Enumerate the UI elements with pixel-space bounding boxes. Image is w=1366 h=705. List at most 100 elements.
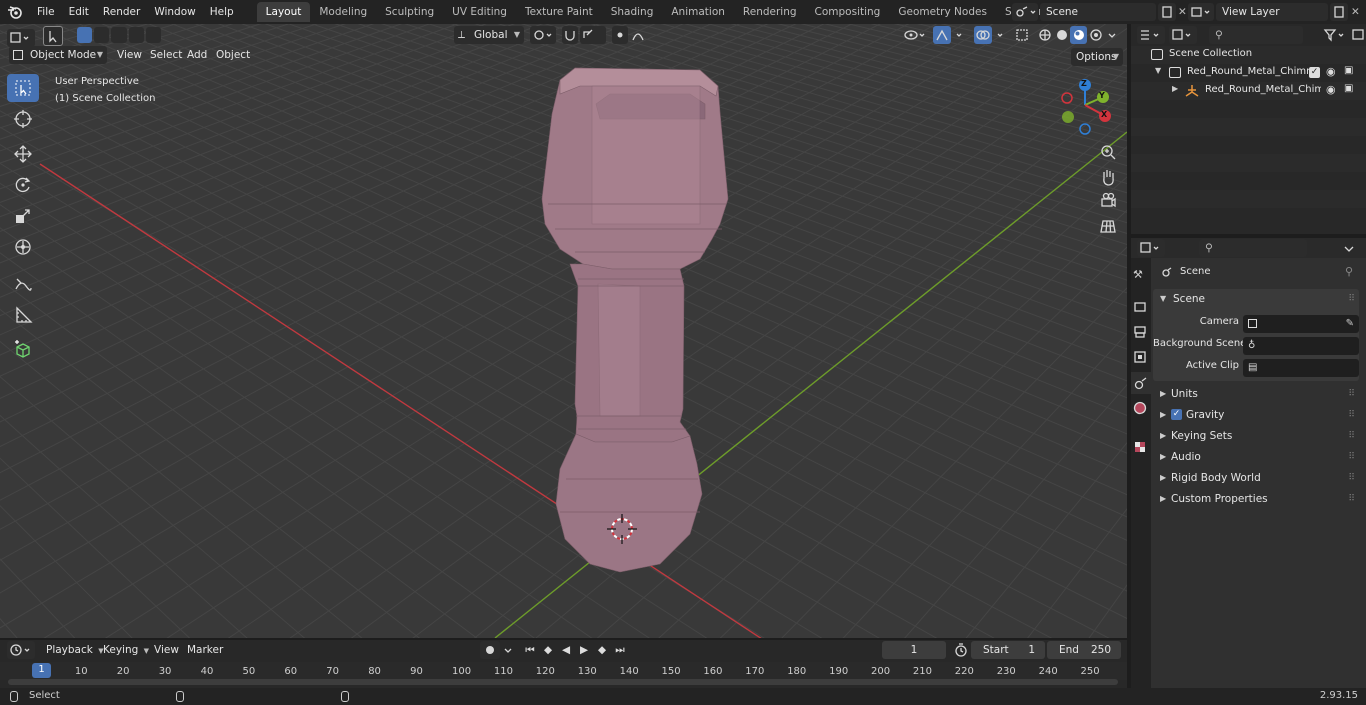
properties-editor-icon[interactable] [1137,239,1165,257]
drag-handle-icon[interactable]: ⠿ [1348,426,1355,446]
navigation-gizmo[interactable]: Z Y X [1055,75,1117,137]
annotate-tool[interactable] [7,270,39,298]
gravity-panel-header[interactable]: ▶ ✓ Gravity ⠿ [1153,405,1359,425]
tab-geometry-nodes[interactable]: Geometry Nodes [889,2,996,22]
camera-render-icon[interactable]: ▣ [1344,83,1353,94]
start-frame-field[interactable]: Start 1 [971,641,1045,659]
object-mode-dropdown[interactable]: Object Mode ▼ [9,46,107,64]
outliner-row-object[interactable]: ▶ Red_Round_Metal_Chimi ◉ ▣ [1131,82,1366,100]
view-layer-icon[interactable] [1188,3,1214,21]
tab-shading[interactable]: Shading [602,2,663,22]
select-mode-icons[interactable] [77,27,162,45]
shading-options-icon[interactable] [1106,26,1120,44]
select-invert-icon[interactable] [128,27,144,43]
next-keyframe-icon[interactable]: ◆ [593,641,611,659]
custom-properties-panel-header[interactable]: ▶ Custom Properties ⠿ [1153,489,1359,509]
xray-toggle-icon[interactable] [1014,26,1030,44]
outliner-search-input[interactable]: ⚲ [1209,26,1303,44]
select-box-tool[interactable] [7,74,39,102]
expand-arrow-icon[interactable]: ▼ [1155,66,1161,75]
scene-name-field[interactable]: Scene [1040,3,1156,21]
world-tab-icon[interactable] [1133,401,1147,415]
current-frame-field[interactable]: 1 [882,641,946,659]
drag-handle-icon[interactable]: ⠿ [1348,489,1355,509]
auto-keying-options-icon[interactable] [502,641,516,659]
menu-edit[interactable]: Edit [62,2,96,22]
jump-start-icon[interactable]: ⏮ [521,641,539,659]
active-clip-field[interactable]: ▤ [1243,359,1359,377]
rendered-shading-icon[interactable] [1087,26,1104,44]
expand-arrow-icon[interactable]: ▶ [1172,84,1178,93]
select-new-icon[interactable] [77,27,93,43]
tab-sculpting[interactable]: Sculpting [376,2,443,22]
pan-hand-icon[interactable] [1098,167,1118,187]
select-extend-icon[interactable] [94,27,110,43]
viewport-menu-object[interactable]: Object [210,46,256,64]
drag-handle-icon[interactable]: ⠿ [1348,405,1355,425]
outliner-row-collection[interactable]: ▼ Red_Round_Metal_Chimney_ ✓ ◉ ▣ [1131,64,1366,82]
camera-render-icon[interactable]: ▣ [1344,65,1353,76]
timeline-scrollbar[interactable] [8,679,1118,685]
timeline-menu-marker[interactable]: Marker [181,641,229,659]
camera-field[interactable]: ✎ [1243,315,1359,333]
scale-tool[interactable] [7,202,39,230]
select-tool-icon[interactable] [43,26,63,46]
eyedropper-icon[interactable]: ✎ [1346,315,1354,333]
output-tab-icon[interactable] [1133,325,1147,339]
menu-file[interactable]: File [30,2,62,22]
pin-icon[interactable]: ⚲ [1345,265,1353,278]
tool-tab-icon[interactable]: ⚒ [1133,268,1143,281]
snap-target-icon[interactable] [580,26,606,44]
drag-handle-icon[interactable]: ⠿ [1348,384,1355,404]
visibility-icon[interactable] [902,26,928,44]
falloff-icon[interactable] [630,26,656,44]
tab-layout[interactable]: Layout [256,2,311,22]
overlays-toggle-icon[interactable] [974,26,1008,44]
editor-type-icon[interactable] [7,29,35,47]
menu-help[interactable]: Help [203,2,241,22]
add-cube-tool[interactable] [7,336,39,364]
measure-tool[interactable] [7,301,39,329]
new-scene-icon[interactable] [1158,3,1176,21]
drag-handle-icon[interactable]: ⠿ [1348,468,1355,488]
keying-sets-panel-header[interactable]: ▶ Keying Sets ⠿ [1153,426,1359,446]
tab-compositing[interactable]: Compositing [806,2,890,22]
texture-tab-icon[interactable] [1133,440,1147,454]
tab-animation[interactable]: Animation [662,2,734,22]
snap-icon[interactable] [562,26,578,44]
scene-selector[interactable]: Scene ✕ [1012,3,1187,21]
eye-icon[interactable]: ◉ [1326,65,1336,78]
view-layer-tab-icon[interactable] [1133,350,1147,364]
gizmo-toggle-icon[interactable] [933,26,967,44]
menu-window[interactable]: Window [147,2,202,22]
3d-viewport[interactable] [0,24,1127,638]
properties-search-input[interactable]: ⚲ [1199,239,1307,257]
outliner-row-scene-collection[interactable]: Scene Collection [1131,46,1366,64]
wireframe-shading-icon[interactable] [1036,26,1053,44]
tab-uv-editing[interactable]: UV Editing [443,2,516,22]
rotate-tool[interactable] [7,171,39,199]
viewport-menu-add[interactable]: Add [181,46,213,64]
select-subtract-icon[interactable] [111,27,127,43]
select-intersect-icon[interactable] [145,27,162,43]
drag-handle-icon[interactable]: ⠿ [1348,447,1355,467]
zoom-icon[interactable] [1098,142,1118,162]
filter-icon[interactable] [1321,26,1349,44]
material-shading-icon[interactable] [1070,26,1087,44]
new-view-layer-icon[interactable] [1330,3,1348,21]
delete-view-layer-icon[interactable]: ✕ [1351,3,1363,21]
end-frame-field[interactable]: End 250 [1047,641,1121,659]
gravity-checkbox[interactable]: ✓ [1171,409,1182,420]
eye-icon[interactable]: ◉ [1326,83,1336,96]
timeline-menu-keying[interactable]: Keying ▼ [97,641,155,659]
transform-orientation-dropdown[interactable]: ⟂ Global ▼ [454,26,524,44]
render-tab-icon[interactable] [1133,300,1147,314]
prev-keyframe-icon[interactable]: ◆ [539,641,557,659]
solid-shading-icon[interactable] [1053,26,1070,44]
tab-texture-paint[interactable]: Texture Paint [516,2,602,22]
jump-end-icon[interactable]: ⏭ [611,641,629,659]
proportional-edit-icon[interactable] [612,26,628,44]
new-collection-icon[interactable] [1351,26,1365,44]
blender-logo-icon[interactable] [0,0,30,24]
play-reverse-icon[interactable]: ◀ [557,641,575,659]
